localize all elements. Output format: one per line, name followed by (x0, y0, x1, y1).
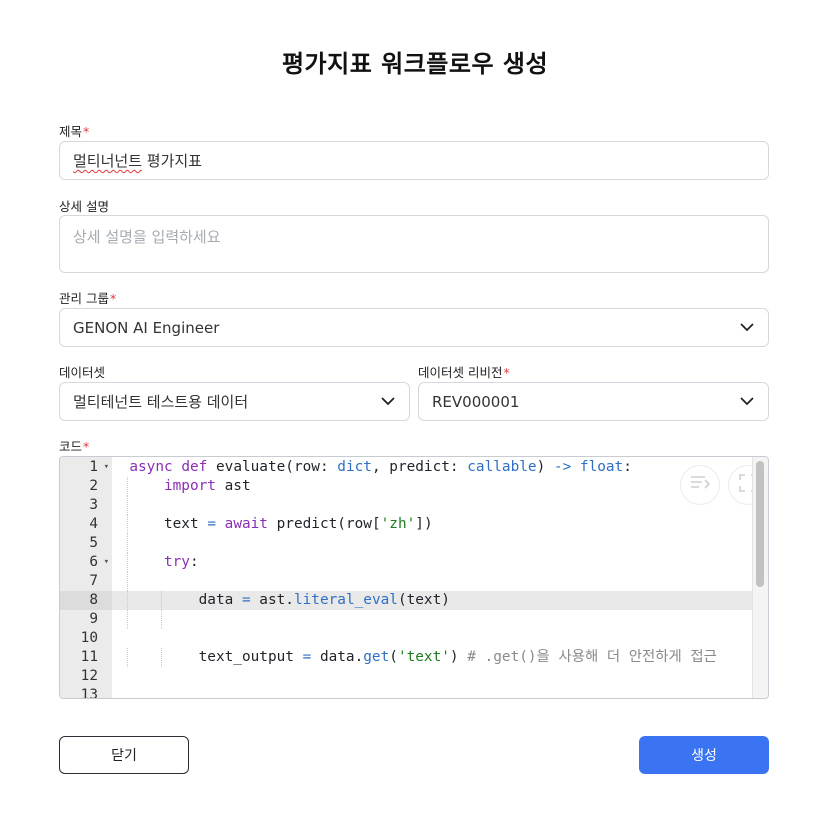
line-number: 8 (60, 591, 112, 610)
indent-guide (127, 610, 128, 629)
wrap-lines-icon (690, 475, 711, 495)
chevron-down-icon (739, 394, 755, 410)
required-mark: * (109, 291, 117, 306)
editor-gutter: 1 ▾ 2 3 4 5 6 ▾ 7 8 9 10 11 12 13 (60, 457, 112, 698)
chevron-down-icon (380, 394, 396, 410)
group-select-value: GENON AI Engineer (73, 318, 220, 337)
dataset-select-value: 멀티테넌트 테스트용 데이터 (73, 393, 249, 411)
indent-guide (127, 515, 128, 534)
title-input-value: 멀티너넌트 평가지표 (73, 152, 202, 170)
indent-guide (161, 610, 162, 629)
group-select[interactable]: GENON AI Engineer (59, 308, 769, 347)
fold-toggle-icon[interactable]: ▾ (104, 458, 109, 477)
revision-select[interactable]: REV000001 (418, 382, 769, 421)
close-button[interactable]: 닫기 (59, 736, 189, 774)
revision-field-label: 데이터셋 리비전* (418, 365, 510, 380)
revision-select-value: REV000001 (432, 392, 520, 411)
editor-scrollbar-thumb[interactable] (756, 461, 764, 587)
dataset-field-label: 데이터셋 (59, 365, 106, 380)
code-line-active: data = ast.literal_eval(text) (112, 591, 752, 610)
code-line: try: (163, 554, 199, 570)
line-number: 4 (89, 516, 98, 532)
title-field-label: 제목* (59, 124, 90, 139)
indent-guide (161, 591, 162, 610)
line-number: 5 (89, 535, 98, 551)
code-editor[interactable]: 1 ▾ 2 3 4 5 6 ▾ 7 8 9 10 11 12 13 async def evaluate(r… (59, 456, 769, 699)
code-line: text_output = data.get('text') # .get()을… (198, 649, 717, 665)
required-mark: * (83, 439, 90, 454)
chevron-down-icon (739, 320, 755, 336)
indent-guide (127, 496, 128, 515)
line-number: 1 ▾ (89, 458, 109, 477)
indent-guide (127, 572, 128, 591)
indent-guide (127, 591, 128, 610)
group-field-label: 관리 그룹* (59, 291, 117, 306)
line-number: 11 (80, 649, 98, 665)
line-number: 13 (80, 687, 98, 699)
indent-guide (127, 534, 128, 553)
indent-guide (127, 553, 128, 572)
indent-guide (127, 648, 128, 667)
code-line: async def evaluate(row: dict, predict: c… (129, 459, 632, 475)
description-field-label: 상세 설명 (59, 199, 109, 214)
editor-code-area[interactable]: async def evaluate(row: dict, predict: c… (112, 457, 768, 698)
title-input[interactable]: 멀티너넌트 평가지표 (59, 141, 769, 180)
indent-guide (161, 648, 162, 667)
required-mark: * (503, 365, 510, 380)
line-number: 12 (80, 668, 98, 684)
line-number: 6 ▾ (89, 553, 109, 572)
indent-guide (127, 477, 128, 496)
fold-toggle-icon[interactable]: ▾ (104, 553, 109, 572)
code-field-label: 코드* (59, 439, 90, 454)
line-number: 3 (89, 497, 98, 513)
line-number: 7 (89, 573, 98, 589)
editor-scrollbar[interactable] (752, 457, 768, 698)
code-line: import ast (163, 478, 251, 494)
line-number: 9 (89, 611, 98, 627)
create-button[interactable]: 생성 (639, 736, 769, 774)
line-number: 2 (89, 478, 98, 494)
dataset-select[interactable]: 멀티테넌트 테스트용 데이터 (59, 382, 410, 421)
code-line: text = await predict(row['zh']) (163, 516, 433, 532)
dialog-title: 평가지표 워크플로우 생성 (281, 50, 549, 78)
line-number: 10 (80, 630, 98, 646)
wrap-lines-button[interactable] (680, 465, 720, 505)
description-placeholder: 상세 설명을 입력하세요 (73, 228, 221, 246)
required-mark: * (83, 124, 90, 139)
description-textarea[interactable]: 상세 설명을 입력하세요 (59, 215, 769, 273)
